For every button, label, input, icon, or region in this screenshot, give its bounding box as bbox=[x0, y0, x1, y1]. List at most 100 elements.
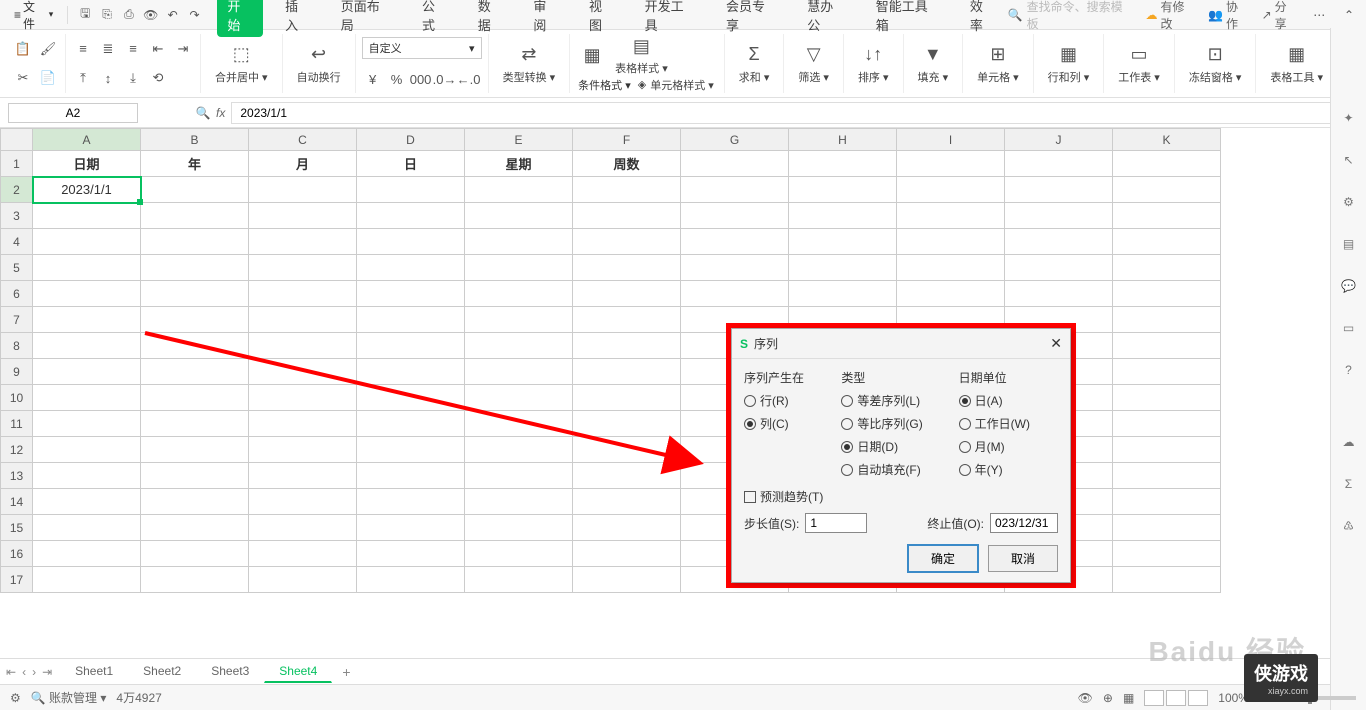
side-settings-icon[interactable]: ⚙ bbox=[1339, 192, 1359, 212]
col-header-G[interactable]: G bbox=[681, 129, 789, 151]
cell-A10[interactable] bbox=[33, 385, 141, 411]
cell-C1[interactable]: 月 bbox=[249, 151, 357, 177]
cell-H2[interactable] bbox=[789, 177, 897, 203]
cell-F10[interactable] bbox=[573, 385, 681, 411]
ok-button[interactable]: 确定 bbox=[908, 545, 978, 572]
account-link[interactable]: 🔍 账款管理 ▾ bbox=[31, 689, 107, 706]
tabletool-button[interactable]: ▦表格工具 ▾ bbox=[1262, 41, 1331, 87]
menu-tab-4[interactable]: 数据 bbox=[470, 0, 512, 38]
cell-G6[interactable] bbox=[681, 281, 789, 307]
cell-F1[interactable]: 周数 bbox=[573, 151, 681, 177]
cell-G3[interactable] bbox=[681, 203, 789, 229]
table-style-button[interactable]: ▤表格样式 ▾ bbox=[611, 34, 672, 76]
cell-E14[interactable] bbox=[465, 489, 573, 515]
cell-B9[interactable] bbox=[141, 359, 249, 385]
cell-E6[interactable] bbox=[465, 281, 573, 307]
cell-E2[interactable] bbox=[465, 177, 573, 203]
cell-A17[interactable] bbox=[33, 567, 141, 593]
cell-B14[interactable] bbox=[141, 489, 249, 515]
cell-A12[interactable] bbox=[33, 437, 141, 463]
save-icon[interactable]: 🖫 bbox=[76, 6, 94, 24]
zoom-value[interactable]: 100% bbox=[1218, 691, 1249, 705]
cell-D1[interactable]: 日 bbox=[357, 151, 465, 177]
cell-D10[interactable] bbox=[357, 385, 465, 411]
side-assistant-icon[interactable]: ✦ bbox=[1339, 108, 1359, 128]
align-right-icon[interactable]: ≡ bbox=[122, 39, 144, 59]
row-header-4[interactable]: 4 bbox=[1, 229, 33, 255]
cell-C8[interactable] bbox=[249, 333, 357, 359]
checkbox-trend[interactable]: 预测趋势(T) bbox=[744, 488, 1058, 505]
cell-B3[interactable] bbox=[141, 203, 249, 229]
name-box[interactable] bbox=[8, 103, 138, 123]
cell-F6[interactable] bbox=[573, 281, 681, 307]
cell-F11[interactable] bbox=[573, 411, 681, 437]
cell-B8[interactable] bbox=[141, 333, 249, 359]
side-tree-icon[interactable]: ♳ bbox=[1339, 516, 1359, 536]
cell-C9[interactable] bbox=[249, 359, 357, 385]
number-format-combo[interactable]: 自定义▾ bbox=[362, 37, 482, 59]
col-header-A[interactable]: A bbox=[33, 129, 141, 151]
cell-D3[interactable] bbox=[357, 203, 465, 229]
cell-C6[interactable] bbox=[249, 281, 357, 307]
cell-K16[interactable] bbox=[1113, 541, 1221, 567]
row-header-12[interactable]: 12 bbox=[1, 437, 33, 463]
cell-E12[interactable] bbox=[465, 437, 573, 463]
radio-day[interactable]: 日(A) bbox=[959, 392, 1058, 409]
menu-tab-1[interactable]: 插入 bbox=[277, 0, 319, 38]
currency-icon[interactable]: ¥ bbox=[362, 70, 384, 90]
menu-tab-3[interactable]: 公式 bbox=[414, 0, 456, 38]
sheet-nav-first-icon[interactable]: ⇤ bbox=[6, 665, 16, 679]
select-all-corner[interactable] bbox=[1, 129, 33, 151]
row-header-6[interactable]: 6 bbox=[1, 281, 33, 307]
cell-K8[interactable] bbox=[1113, 333, 1221, 359]
cell-B6[interactable] bbox=[141, 281, 249, 307]
cell-D12[interactable] bbox=[357, 437, 465, 463]
more-icon[interactable]: ⋯ bbox=[1310, 6, 1328, 24]
cell-K10[interactable] bbox=[1113, 385, 1221, 411]
cell-I6[interactable] bbox=[897, 281, 1005, 307]
cell-A1[interactable]: 日期 bbox=[33, 151, 141, 177]
cell-H1[interactable] bbox=[789, 151, 897, 177]
fill-handle[interactable] bbox=[137, 199, 143, 205]
cell-F9[interactable] bbox=[573, 359, 681, 385]
zoom-formula-icon[interactable]: 🔍 bbox=[194, 104, 212, 122]
dec-dec-icon[interactable]: ←.0 bbox=[458, 70, 480, 90]
cell-E1[interactable]: 星期 bbox=[465, 151, 573, 177]
close-icon[interactable]: ✕ bbox=[1050, 335, 1062, 352]
radio-geo[interactable]: 等比序列(G) bbox=[841, 415, 950, 432]
cell-J2[interactable] bbox=[1005, 177, 1113, 203]
cell-C13[interactable] bbox=[249, 463, 357, 489]
preview-icon[interactable]: 👁 bbox=[142, 6, 160, 24]
cell-K1[interactable] bbox=[1113, 151, 1221, 177]
row-header-10[interactable]: 10 bbox=[1, 385, 33, 411]
cell-C14[interactable] bbox=[249, 489, 357, 515]
print-icon[interactable]: ⎙ bbox=[120, 6, 138, 24]
menu-tab-5[interactable]: 审阅 bbox=[525, 0, 567, 38]
cell-D17[interactable] bbox=[357, 567, 465, 593]
sheet-nav-prev-icon[interactable]: ‹ bbox=[22, 665, 26, 679]
col-header-K[interactable]: K bbox=[1113, 129, 1221, 151]
cell-E8[interactable] bbox=[465, 333, 573, 359]
cell-K14[interactable] bbox=[1113, 489, 1221, 515]
undo-icon[interactable]: ↶ bbox=[164, 6, 182, 24]
cell-D8[interactable] bbox=[357, 333, 465, 359]
cell-F8[interactable] bbox=[573, 333, 681, 359]
row-header-9[interactable]: 9 bbox=[1, 359, 33, 385]
freeze-button[interactable]: ⊡冻结窗格 ▾ bbox=[1181, 41, 1250, 87]
sort-button[interactable]: ↓↑排序 ▾ bbox=[850, 41, 897, 87]
radio-year[interactable]: 年(Y) bbox=[959, 461, 1058, 478]
cell-C16[interactable] bbox=[249, 541, 357, 567]
row-header-15[interactable]: 15 bbox=[1, 515, 33, 541]
cell-G4[interactable] bbox=[681, 229, 789, 255]
cell-F17[interactable] bbox=[573, 567, 681, 593]
menu-tab-10[interactable]: 智能工具箱 bbox=[868, 0, 948, 38]
sheet-tab-sheet1[interactable]: Sheet1 bbox=[60, 660, 128, 683]
side-template-icon[interactable]: ▭ bbox=[1339, 318, 1359, 338]
orientation-icon[interactable]: ⟲ bbox=[147, 68, 169, 88]
cell-D15[interactable] bbox=[357, 515, 465, 541]
cell-E4[interactable] bbox=[465, 229, 573, 255]
cell-C17[interactable] bbox=[249, 567, 357, 593]
cell-C15[interactable] bbox=[249, 515, 357, 541]
cell-D5[interactable] bbox=[357, 255, 465, 281]
col-header-I[interactable]: I bbox=[897, 129, 1005, 151]
